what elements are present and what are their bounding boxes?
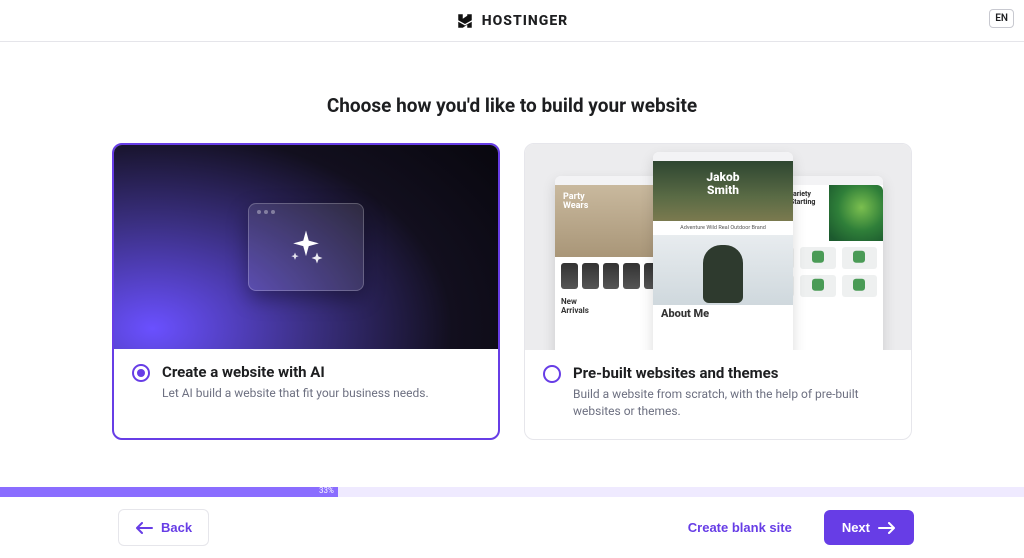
templates-preview: Party Wears New Arrivals Jakob Smith Adv… [525,144,911,350]
option-cards: Create a website with AI Let AI build a … [100,143,924,440]
option-title: Pre-built websites and themes [573,364,893,382]
next-label: Next [842,520,870,535]
hostinger-logo: HOSTINGER [456,12,568,30]
arrow-left-icon [135,522,153,534]
top-bar: HOSTINGER EN [0,0,1024,42]
progress-bar: 33% [0,487,1024,497]
browser-thumbnail [248,203,364,291]
back-button[interactable]: Back [118,509,209,546]
page-title: Choose how you'd like to build your webs… [100,94,924,117]
window-dots-icon [257,210,275,214]
right-actions: Create blank site Next [684,510,914,545]
template-thumbnail-fashion: Party Wears New Arrivals [555,176,667,350]
create-blank-site-button[interactable]: Create blank site [684,510,796,545]
back-label: Back [161,520,192,535]
progress-percent: 33% [319,486,334,496]
blank-label: Create blank site [688,520,792,535]
option-title: Create a website with AI [162,363,480,381]
option-desc: Let AI build a website that fit your bus… [162,385,480,402]
option-desc: Build a website from scratch, with the h… [573,386,893,421]
brand-name: HOSTINGER [482,13,568,29]
progress-fill: 33% [0,487,338,497]
card-body: Pre-built websites and themes Build a we… [525,350,911,439]
arrow-right-icon [878,522,896,534]
template-thumbnail-portfolio: Jakob Smith Adventure Wild Real Outdoor … [653,152,793,350]
option-card-ai[interactable]: Create a website with AI Let AI build a … [112,143,500,440]
main-content: Choose how you'd like to build your webs… [0,42,1024,440]
language-selector[interactable]: EN [989,9,1014,28]
footer-actions: Back Create blank site Next [0,497,1024,558]
hostinger-logo-icon [456,12,474,30]
radio-icon [543,365,561,383]
radio-icon [132,364,150,382]
card-body: Create a website with AI Let AI build a … [114,349,498,438]
option-card-templates[interactable]: Party Wears New Arrivals Jakob Smith Adv… [524,143,912,440]
sparkle-icon [284,225,328,269]
ai-preview [114,145,498,349]
next-button[interactable]: Next [824,510,914,545]
